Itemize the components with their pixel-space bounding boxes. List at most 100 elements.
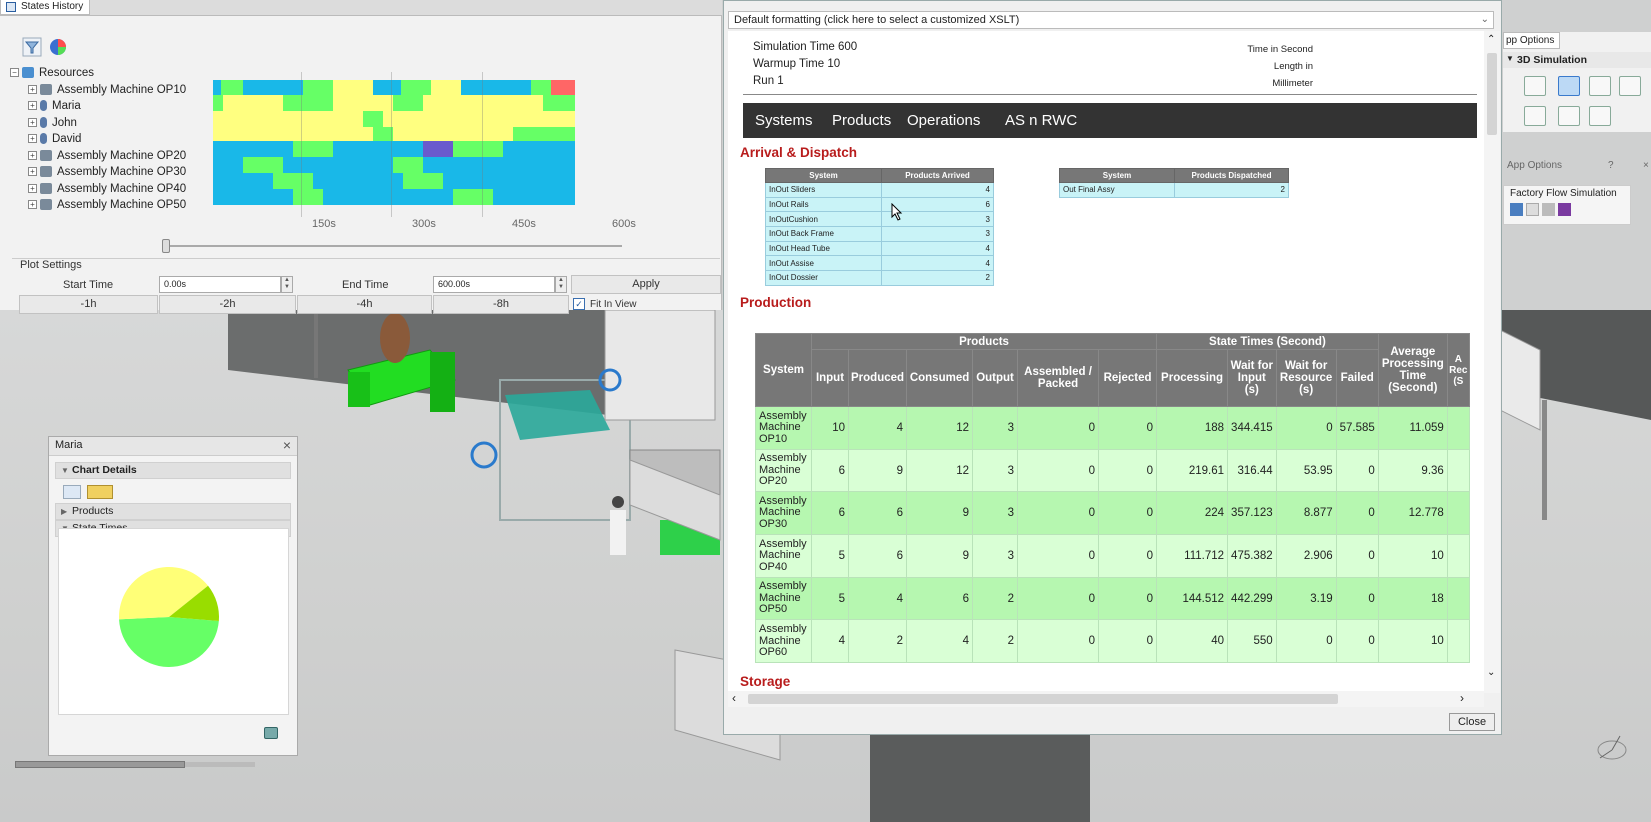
- fit-in-view-checkbox[interactable]: ✓: [573, 298, 585, 310]
- app-options-tab[interactable]: pp Options: [1503, 32, 1560, 49]
- table-cell: 10: [1377, 619, 1448, 664]
- zoom-1h-button[interactable]: -1h: [19, 295, 158, 314]
- tree-item-op20[interactable]: + Assembly Machine OP20: [10, 148, 205, 165]
- gridline: [391, 72, 392, 217]
- states-history-tab[interactable]: States History: [0, 0, 91, 15]
- tree-item-op50[interactable]: + Assembly Machine OP50: [10, 197, 205, 214]
- prod-header-assembled: Assembled / Packed: [1017, 349, 1100, 407]
- arrival-header-arrived: Products Arrived: [881, 168, 994, 183]
- expand-icon[interactable]: +: [28, 167, 37, 177]
- states-history-panel: States History − Resources + Assembly Mach…: [0, 0, 722, 314]
- prod-header-output: Output: [972, 349, 1019, 407]
- apply-button[interactable]: Apply: [571, 275, 721, 294]
- zoom-4h-button[interactable]: -4h: [297, 295, 432, 314]
- expand-icon[interactable]: +: [28, 200, 37, 210]
- table-cell: 144.512: [1156, 576, 1229, 621]
- expand-icon[interactable]: +: [28, 150, 37, 160]
- close-button[interactable]: Close: [1449, 713, 1495, 731]
- zoom-2h-button[interactable]: -2h: [159, 295, 296, 314]
- report-icon[interactable]: [1589, 76, 1611, 96]
- prod-header-consumed: Consumed: [906, 349, 974, 407]
- end-time-spinner[interactable]: ▲ ▼: [555, 276, 567, 293]
- scroll-thumb[interactable]: [1487, 53, 1497, 135]
- state-icon[interactable]: [1589, 106, 1611, 126]
- tree-item-john[interactable]: + John: [10, 115, 205, 132]
- states-history-tabbar: [0, 0, 722, 16]
- nav-products[interactable]: Products: [832, 112, 891, 129]
- person-icon: [40, 116, 47, 128]
- tree-item-op40[interactable]: + Assembly Machine OP40: [10, 181, 205, 198]
- expand-icon[interactable]: +: [28, 117, 37, 127]
- sim-icon-4[interactable]: [1558, 203, 1571, 216]
- scroll-left-icon[interactable]: ‹: [732, 691, 736, 705]
- settings-icon[interactable]: [1558, 106, 1580, 126]
- row-system: Assembly Machine OP10: [755, 406, 812, 450]
- time-slider-track[interactable]: [162, 245, 622, 247]
- end-time-input[interactable]: 600.00s: [433, 276, 555, 293]
- table-cell: 357.123: [1227, 491, 1277, 536]
- report-horizontal-scrollbar[interactable]: ‹ ›: [728, 691, 1484, 707]
- network-icon[interactable]: [1619, 76, 1641, 96]
- chart-color-icon[interactable]: [48, 37, 68, 57]
- state-times-pie-chart: [119, 567, 219, 667]
- export-chart-icon[interactable]: [264, 727, 278, 739]
- table-row: InOut Head Tube 4: [765, 240, 994, 257]
- expand-icon[interactable]: +: [28, 134, 37, 144]
- tree-root-resources[interactable]: − Resources: [10, 65, 205, 82]
- help-icon[interactable]: ?: [1608, 160, 1614, 171]
- xslt-format-selector[interactable]: Default formatting (click here to select…: [728, 11, 1494, 29]
- table-view-icon[interactable]: [87, 485, 114, 499]
- scroll-thumb[interactable]: [748, 694, 1338, 704]
- gridline: [482, 72, 483, 217]
- collapse-icon[interactable]: −: [10, 68, 19, 78]
- sim-time: Simulation Time 600: [753, 41, 858, 53]
- maria-panel: Maria × ▼Chart Details ▶Products ▼State …: [48, 436, 298, 756]
- table-row: Assembly Machine OP20 6 9 12 3 0 0 219.61 316.44…: [755, 448, 1470, 493]
- tree-item-maria[interactable]: + Maria: [10, 98, 205, 115]
- sim-icon-1[interactable]: [1510, 203, 1523, 216]
- row-system: Assembly Machine OP50: [755, 576, 812, 621]
- scroll-up-icon[interactable]: ⌃: [1487, 34, 1495, 45]
- sim-icon-3[interactable]: [1542, 203, 1555, 216]
- table-cell: 6: [811, 448, 849, 493]
- simulation-run-icon[interactable]: [1558, 76, 1580, 96]
- expand-icon[interactable]: +: [28, 101, 37, 111]
- scroll-right-icon[interactable]: ›: [1460, 691, 1464, 705]
- scroll-down-icon[interactable]: ⌄: [1487, 667, 1495, 678]
- nav-systems[interactable]: Systems: [755, 112, 813, 129]
- tree-item-op10[interactable]: + Assembly Machine OP10: [10, 82, 205, 99]
- table-cell: 0: [1017, 406, 1100, 450]
- expand-icon[interactable]: +: [28, 84, 37, 94]
- start-time-spinner[interactable]: ▲ ▼: [281, 276, 293, 293]
- tree-item-op30[interactable]: + Assembly Machine OP30: [10, 164, 205, 181]
- resource-tree: − Resources + Assembly Machine OP10 + Maria…: [10, 65, 205, 214]
- viewport-slider-track[interactable]: [15, 761, 185, 768]
- production-table-body: Assembly Machine OP10 10 4 12 3 0 0 188 344.415 0…: [755, 406, 1470, 664]
- tree-item-david[interactable]: + David: [10, 131, 205, 148]
- gantt-row: [213, 173, 611, 189]
- axis-triad-icon[interactable]: [1590, 728, 1635, 773]
- time-slider-thumb[interactable]: [162, 239, 170, 253]
- table-row: InOut Assise 4: [765, 255, 994, 272]
- filter-icon[interactable]: [22, 37, 42, 57]
- sim-icon-2[interactable]: [1526, 203, 1539, 216]
- start-time-input[interactable]: 0.00s: [159, 276, 281, 293]
- nav-operations[interactable]: Operations: [907, 112, 980, 129]
- products-section[interactable]: ▶ Products: [55, 503, 291, 520]
- export-icon[interactable]: [1524, 76, 1546, 96]
- report-nav-bar: Systems Products Operations AS n RWC: [743, 103, 1477, 138]
- table-cell: 475.382: [1227, 534, 1277, 578]
- plot-settings-title: Plot Settings: [20, 259, 82, 271]
- nav-as-n-rwc[interactable]: AS n RWC: [1005, 112, 1077, 129]
- table-cell: 0: [1017, 619, 1100, 664]
- zoom-8h-button[interactable]: -8h: [433, 295, 569, 314]
- checklist-icon[interactable]: [1524, 106, 1546, 126]
- expand-icon[interactable]: +: [28, 183, 37, 193]
- chart-details-section[interactable]: ▼ Chart Details: [55, 462, 291, 479]
- table-row: Assembly Machine OP50 5 4 6 2 0 0 144.512 442.29…: [755, 576, 1470, 621]
- close-icon[interactable]: ×: [1643, 160, 1649, 171]
- close-icon[interactable]: ×: [283, 437, 291, 453]
- states-gantt-chart[interactable]: [213, 80, 611, 215]
- report-vertical-scrollbar[interactable]: ⌃ ⌄: [1484, 31, 1500, 693]
- chart-view-icon[interactable]: [63, 485, 81, 499]
